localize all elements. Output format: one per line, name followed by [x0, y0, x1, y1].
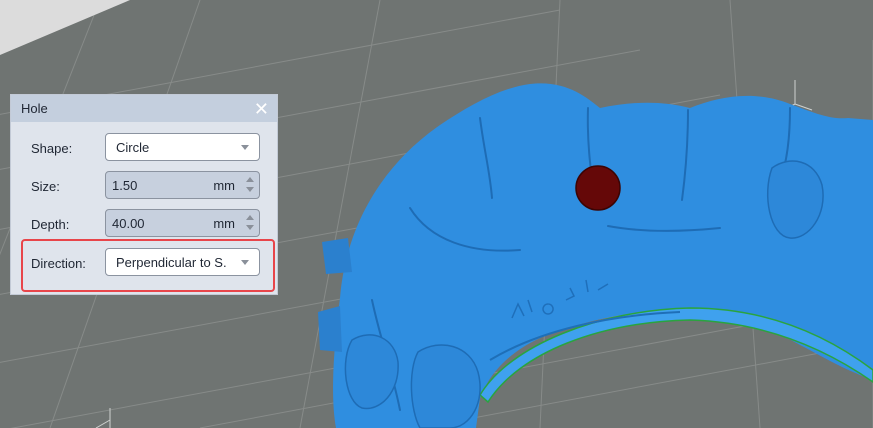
direction-highlight-box — [21, 239, 275, 292]
depth-stepper — [245, 213, 255, 233]
depth-value: 40.00 — [112, 216, 145, 231]
chevron-down-icon — [241, 145, 249, 150]
panel-titlebar[interactable]: Hole ✕ — [11, 95, 277, 122]
size-value: 1.50 — [112, 178, 138, 193]
size-row: Size: 1.50 mm — [11, 171, 277, 203]
shape-label: Shape: — [31, 141, 73, 156]
depth-unit: mm — [213, 216, 235, 231]
hole-marker[interactable] — [575, 165, 621, 211]
shape-select[interactable]: Circle — [105, 133, 260, 161]
close-icon[interactable]: ✕ — [254, 100, 269, 118]
depth-label: Depth: — [31, 217, 70, 232]
panel-title: Hole — [21, 101, 48, 116]
size-spinbox[interactable]: 1.50 mm — [105, 171, 260, 199]
spin-up-icon[interactable] — [246, 177, 254, 182]
shape-value: Circle — [116, 140, 150, 155]
spin-down-icon[interactable] — [246, 225, 254, 230]
depth-spinbox[interactable]: 40.00 mm — [105, 209, 260, 237]
shape-row: Shape: Circle — [11, 133, 277, 165]
size-unit: mm — [213, 178, 235, 193]
size-label: Size: — [31, 179, 60, 194]
depth-row: Depth: 40.00 mm — [11, 209, 277, 241]
spin-up-icon[interactable] — [246, 215, 254, 220]
spin-down-icon[interactable] — [246, 187, 254, 192]
size-stepper — [245, 175, 255, 195]
